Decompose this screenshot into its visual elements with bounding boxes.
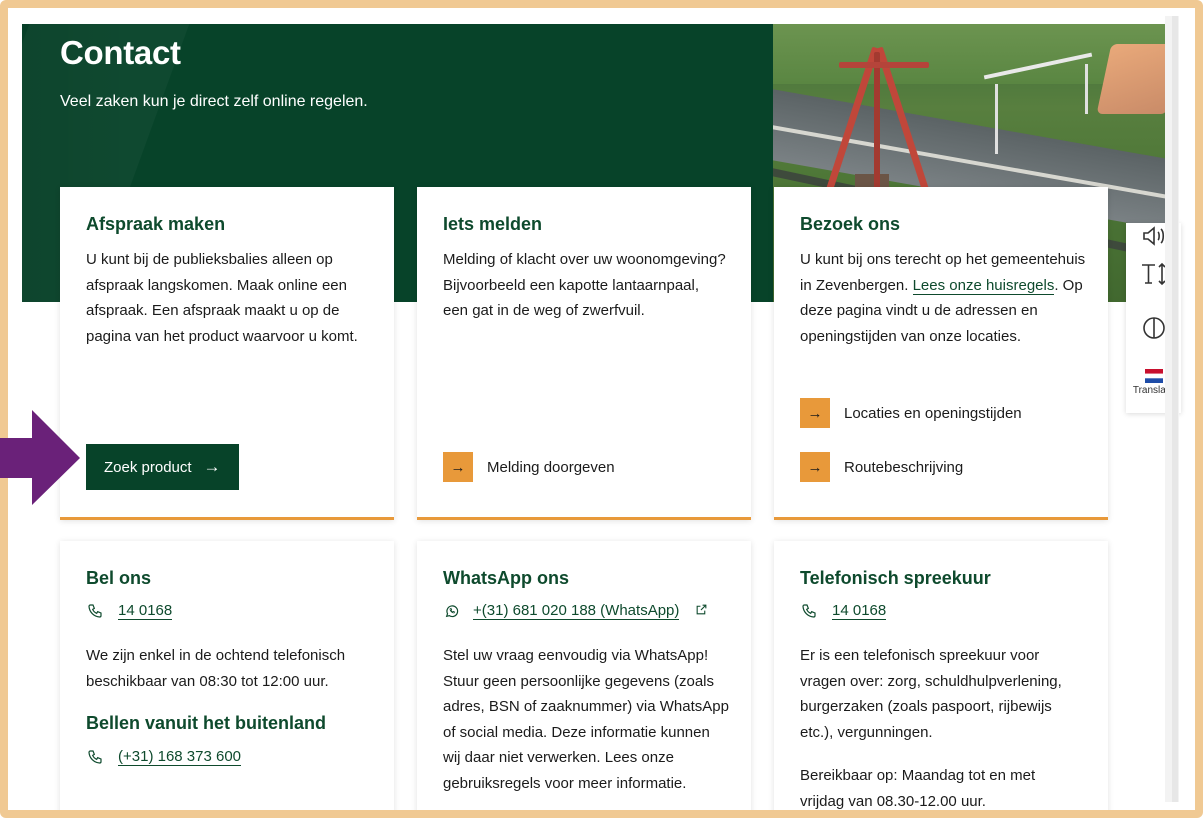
route-link[interactable]: → Routebeschrijving — [800, 452, 963, 482]
card-title: Telefonisch spreekuur — [800, 568, 991, 588]
page-title: Contact — [60, 34, 181, 71]
card-title: WhatsApp ons — [443, 568, 569, 588]
photo-sculpture — [825, 44, 930, 204]
arrow-right-icon: → — [203, 457, 221, 476]
call-note: We zijn enkel in de ochtend telefonisch … — [86, 647, 346, 690]
card-visit: Bezoek ons U kunt bij ons terecht op het… — [774, 187, 1108, 520]
consult-body: Er is een telefonisch spreekuur voor vra… — [800, 647, 1062, 741]
abroad-phone-link[interactable]: (+31) 168 373 600 — [118, 748, 242, 766]
contrast-icon — [1141, 315, 1167, 341]
arrow-right-icon: → — [800, 398, 830, 428]
flag-icon — [1144, 369, 1163, 383]
house-rules-link[interactable]: Lees onze huisregels — [912, 276, 1055, 295]
card-report: Iets melden Melding of klacht over uw wo… — [417, 187, 751, 520]
phone-icon — [800, 602, 818, 620]
arrow-right-icon: → — [800, 452, 830, 482]
card-body: U kunt bij ons terecht op het gemeentehu… — [800, 247, 1090, 349]
card-title: Bel ons — [86, 568, 152, 588]
pointer-arrow-icon — [0, 410, 80, 505]
card-body: U kunt bij de publieksbalies alleen op a… — [86, 251, 358, 345]
frame-inner: Contact Veel zaken kun je direct zelf on… — [8, 8, 1195, 810]
text-size-icon — [1139, 261, 1169, 287]
scrollbar-thumb[interactable] — [1172, 16, 1178, 802]
page-intro: Veel zaken kun je direct zelf online reg… — [60, 93, 368, 110]
locations-link[interactable]: → Locaties en openingstijden — [800, 398, 1022, 428]
phone-icon — [86, 748, 104, 766]
phone-line: 14 0168 — [800, 602, 887, 620]
card-title: Iets melden — [443, 214, 543, 234]
consult-availability: Bereikbaar op: Maandag tot en met vrijda… — [800, 767, 1036, 810]
arrow-right-icon: → — [443, 452, 473, 482]
link-label: Melding doorgeven — [487, 458, 615, 476]
photo-gantry-leg — [1085, 64, 1088, 114]
speaker-icon — [1141, 225, 1167, 247]
card-title: Afspraak maken — [86, 214, 226, 234]
phone-icon — [86, 602, 104, 620]
external-link-icon — [695, 603, 708, 619]
phone-link[interactable]: 14 0168 — [832, 602, 887, 620]
phone-line: 14 0168 — [86, 602, 173, 620]
card-title: Bezoek ons — [800, 214, 901, 234]
whatsapp-icon — [443, 602, 461, 620]
phone-link[interactable]: 14 0168 — [118, 602, 173, 620]
card-appointment: Afspraak maken U kunt bij de publieksbal… — [60, 187, 394, 520]
card-call: Bel ons 14 0168 We zijn enkel in de ocht… — [60, 541, 394, 810]
abroad-title: Bellen vanuit het buitenland — [86, 713, 327, 733]
button-label: Zoek product — [104, 458, 192, 476]
page-viewport: Contact Veel zaken kun je direct zelf on… — [22, 24, 1187, 810]
photo-water — [1096, 44, 1174, 114]
link-label: Routebeschrijving — [844, 458, 964, 476]
search-product-button[interactable]: Zoek product → — [86, 444, 239, 490]
whatsapp-body: Stel uw vraag eenvoudig via WhatsApp! St… — [443, 647, 729, 792]
card-consult: Telefonisch spreekuur 14 0168 Er is een … — [774, 541, 1108, 810]
whatsapp-line: +(31) 681 020 188 (WhatsApp) — [443, 602, 708, 620]
card-body: Melding of klacht over uw woonomgeving? … — [443, 251, 726, 319]
photo-gantry-leg — [995, 84, 998, 154]
card-whatsapp: WhatsApp ons +(31) 681 020 188 (WhatsApp… — [417, 541, 751, 810]
link-label: Locaties en openingstijden — [844, 404, 1022, 422]
whatsapp-link[interactable]: +(31) 681 020 188 (WhatsApp) — [473, 602, 680, 620]
abroad-phone-line: (+31) 168 373 600 — [86, 748, 242, 766]
report-link[interactable]: → Melding doorgeven — [443, 452, 615, 482]
